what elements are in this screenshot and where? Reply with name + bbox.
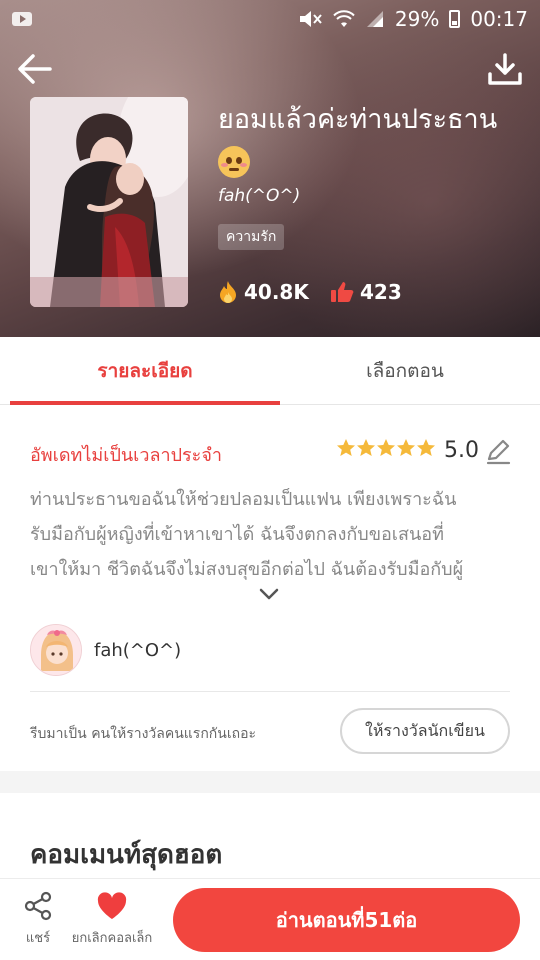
rate-button[interactable] (484, 438, 512, 470)
likes-value: 423 (360, 280, 402, 304)
video-icon (12, 12, 32, 26)
signal-icon (365, 10, 385, 28)
rating-value: 5.0 (444, 438, 479, 463)
star-icon (417, 439, 435, 456)
book-title: ยอมแล้วค่ะท่านประธาน (218, 100, 518, 180)
chevron-down-icon (259, 588, 279, 600)
author-name[interactable]: fah(^O^) (94, 640, 181, 661)
wifi-icon (333, 9, 355, 29)
battery-percent: 29% (394, 7, 440, 31)
tab-details[interactable]: รายละเอียด (10, 337, 280, 405)
avatar-illustration (31, 625, 81, 675)
mute-icon (297, 9, 323, 29)
pencil-icon (486, 439, 511, 465)
continue-reading-button[interactable]: อ่านตอนที่51ต่อ (173, 888, 520, 952)
tab-bar: รายละเอียด เลือกตอน (0, 337, 540, 405)
book-author[interactable]: fah(^O^) (218, 186, 300, 206)
star-icon (397, 439, 415, 456)
fire-icon (220, 281, 236, 303)
star-icon (357, 439, 375, 456)
hot-comments-title: คอมเมนท์สุดฮอต (30, 840, 223, 870)
star-icon (337, 439, 355, 456)
back-button[interactable] (14, 50, 56, 88)
update-status: อัพเดทไม่เป็นเวลาประจำ (30, 445, 222, 466)
bottom-action-bar: แชร์ ยกเลิกคอลเล็ก อ่านตอนที่51ต่อ (0, 878, 540, 960)
star-icon (377, 439, 395, 456)
uncollect-label: ยกเลิกคอลเล็ก (71, 931, 153, 946)
star-icons (337, 439, 435, 456)
share-label: แชร์ (25, 931, 51, 946)
divider (30, 691, 510, 692)
book-header: 29% 00:17 ยอมแล้วค่ะท่านประธาน fah(^O^) … (0, 0, 540, 337)
book-cover[interactable] (30, 97, 188, 307)
download-icon (488, 53, 522, 85)
thumbs-up-icon (331, 282, 354, 302)
emoji-blush-left (221, 162, 228, 167)
cover-illustration (30, 97, 188, 307)
synopsis: ท่านประธานขอฉันให้ช่วยปลอมเป็นแฟน เพียงเ… (30, 482, 510, 587)
tab-episodes[interactable]: เลือกตอน (270, 337, 540, 405)
likes-count: 423 (330, 280, 402, 304)
uncollect-button[interactable]: ยกเลิกคอลเล็ก (64, 891, 160, 948)
reward-author-button[interactable]: ให้รางวัลนักเขียน (340, 708, 510, 754)
status-bar: 29% 00:17 (0, 0, 540, 38)
expand-synopsis-button[interactable] (258, 586, 280, 605)
share-button[interactable]: แชร์ (16, 891, 60, 948)
genre-tag[interactable]: ความรัก (218, 224, 285, 250)
author-avatar[interactable] (30, 624, 82, 676)
emoji-mouth (229, 167, 239, 171)
synopsis-line: เขาให้มา ชีวิตฉันจึงไม่สงบสุขอีกต่อไป ฉั… (30, 559, 464, 580)
book-title-text: ยอมแล้วค่ะท่านประธาน (218, 104, 498, 135)
clock: 00:17 (470, 7, 528, 31)
synopsis-line: รับมือกับผู้หญิงที่เข้าหาเขาได้ ฉันจึงตก… (30, 524, 444, 545)
arrow-left-icon (18, 54, 52, 84)
share-icon (24, 891, 52, 921)
author-profile-row[interactable]: fah(^O^) (30, 622, 510, 678)
download-button[interactable] (484, 50, 526, 88)
views-value: 40.8K (244, 280, 309, 304)
battery-icon (449, 10, 461, 28)
emoji-blush-right (240, 162, 247, 167)
active-tab-indicator (10, 401, 280, 405)
views-count: 40.8K (218, 280, 309, 304)
heart-icon (97, 892, 127, 919)
section-separator (0, 771, 540, 793)
reward-prompt: รีบมาเป็น คนให้รางวัลคนแรกกันเถอะ (30, 726, 257, 742)
pleading-face-emoji (218, 145, 250, 178)
rating-stars[interactable] (336, 438, 436, 460)
synopsis-line: ท่านประธานขอฉันให้ช่วยปลอมเป็นแฟน เพียงเ… (30, 489, 457, 510)
